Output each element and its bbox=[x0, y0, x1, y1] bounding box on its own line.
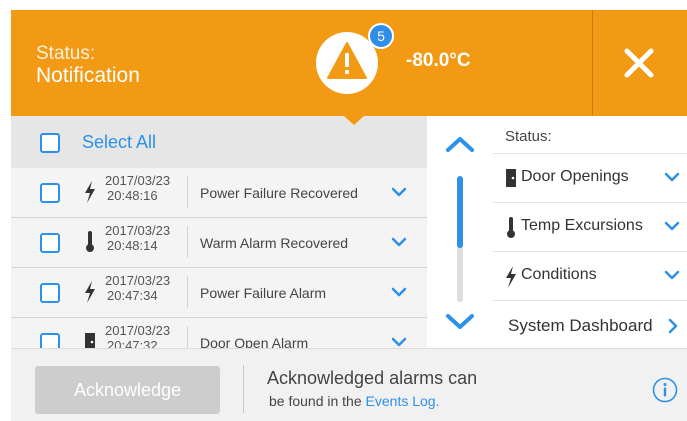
row-time: 20:47:32 bbox=[107, 338, 158, 348]
select-all-row[interactable]: Select All bbox=[11, 116, 427, 168]
info-icon[interactable] bbox=[652, 377, 678, 403]
status-item-label: Temp Excursions bbox=[521, 217, 643, 234]
close-icon bbox=[624, 48, 654, 78]
thermometer-icon bbox=[507, 217, 515, 238]
footer-message-prefix: be found in the bbox=[269, 393, 366, 409]
status-item-temp-excursions[interactable]: Temp Excursions bbox=[493, 202, 687, 251]
row-datetime: 2017/03/23 20:48:14 bbox=[105, 223, 170, 253]
chevron-down-icon[interactable] bbox=[391, 337, 407, 347]
header-bar: Status: Notification 5 -80.0°C bbox=[11, 10, 687, 116]
row-datetime: 2017/03/23 20:47:32 bbox=[105, 323, 170, 348]
row-date: 2017/03/23 bbox=[105, 273, 171, 288]
system-dashboard-link[interactable]: System Dashboard bbox=[493, 300, 687, 348]
alarm-row[interactable]: 2017/03/23 20:47:34 Power Failure Alarm bbox=[11, 268, 427, 318]
chevron-down-icon[interactable] bbox=[391, 287, 407, 297]
door-icon bbox=[506, 169, 516, 187]
status-panel: Status: Door Openings Temp Excursions Co… bbox=[493, 116, 687, 348]
row-divider bbox=[187, 326, 188, 348]
row-divider bbox=[187, 176, 188, 208]
row-date: 2017/03/23 bbox=[105, 223, 171, 238]
row-time: 20:48:14 bbox=[107, 238, 158, 253]
acknowledge-button[interactable]: Acknowledge bbox=[35, 366, 220, 414]
alarm-list: Select All 2017/03/23 20:48:16 Power Fai… bbox=[11, 116, 427, 348]
scroll-column bbox=[427, 116, 493, 348]
lightning-icon bbox=[506, 266, 516, 288]
notification-screen: Status: Notification 5 -80.0°C Select Al… bbox=[11, 10, 687, 421]
row-divider bbox=[187, 226, 188, 258]
temperature-readout: -80.0°C bbox=[406, 50, 471, 71]
chevron-down-icon[interactable] bbox=[664, 172, 680, 182]
scrollbar-track[interactable] bbox=[457, 176, 463, 302]
lightning-icon bbox=[85, 281, 95, 303]
row-alarm-text: Power Failure Recovered bbox=[200, 185, 358, 201]
header-pointer bbox=[344, 116, 364, 125]
thermometer-icon bbox=[86, 231, 94, 252]
row-time: 20:48:16 bbox=[107, 188, 158, 203]
status-block: Status: Notification bbox=[36, 44, 140, 86]
row-date: 2017/03/23 bbox=[105, 173, 171, 188]
chevron-down-icon[interactable] bbox=[391, 237, 407, 247]
scrollbar-thumb[interactable] bbox=[457, 176, 463, 248]
system-dashboard-label: System Dashboard bbox=[508, 316, 653, 335]
status-item-label: Conditions bbox=[521, 266, 597, 283]
door-icon bbox=[85, 333, 95, 348]
row-divider bbox=[187, 276, 188, 308]
alert-indicator[interactable]: 5 bbox=[316, 23, 394, 94]
chevron-right-icon bbox=[668, 318, 678, 334]
status-item-label: Door Openings bbox=[521, 168, 629, 185]
row-datetime: 2017/03/23 20:47:34 bbox=[105, 273, 170, 303]
status-item-door-openings[interactable]: Door Openings bbox=[493, 153, 687, 202]
row-checkbox[interactable] bbox=[40, 333, 60, 348]
row-datetime: 2017/03/23 20:48:16 bbox=[105, 173, 170, 203]
scroll-down-button[interactable] bbox=[445, 312, 475, 332]
alarm-row[interactable]: 2017/03/23 20:48:14 Warm Alarm Recovered bbox=[11, 218, 427, 268]
status-value: Notification bbox=[36, 64, 140, 87]
chevron-down-icon[interactable] bbox=[664, 270, 680, 280]
alarm-row[interactable]: 2017/03/23 20:48:16 Power Failure Recove… bbox=[11, 168, 427, 218]
status-panel-title: Status: bbox=[505, 128, 552, 145]
close-button[interactable] bbox=[621, 45, 657, 81]
row-date: 2017/03/23 bbox=[105, 323, 171, 338]
footer-message-line2: be found in the Events Log. bbox=[269, 393, 439, 409]
alarm-row[interactable]: 2017/03/23 20:47:32 Door Open Alarm bbox=[11, 318, 427, 348]
row-alarm-text: Power Failure Alarm bbox=[200, 285, 327, 301]
alert-count-badge: 5 bbox=[368, 23, 394, 49]
lightning-icon bbox=[85, 181, 95, 203]
footer-divider bbox=[243, 365, 244, 413]
row-alarm-text: Warm Alarm Recovered bbox=[200, 235, 349, 251]
events-log-link[interactable]: Events Log. bbox=[366, 393, 440, 409]
row-alarm-text: Door Open Alarm bbox=[200, 335, 309, 348]
header-divider bbox=[592, 10, 593, 116]
chevron-down-icon[interactable] bbox=[391, 187, 407, 197]
select-all-checkbox[interactable] bbox=[40, 133, 60, 153]
status-item-conditions[interactable]: Conditions bbox=[493, 251, 687, 300]
row-checkbox[interactable] bbox=[40, 283, 60, 303]
footer-bar: Acknowledge Acknowledged alarms can be f… bbox=[11, 348, 687, 421]
row-time: 20:47:34 bbox=[107, 288, 158, 303]
footer-message-line1: Acknowledged alarms can bbox=[267, 368, 478, 388]
status-label: Status: bbox=[36, 43, 96, 64]
select-all-label[interactable]: Select All bbox=[82, 132, 156, 153]
row-checkbox[interactable] bbox=[40, 183, 60, 203]
warning-icon bbox=[327, 42, 367, 79]
row-checkbox[interactable] bbox=[40, 233, 60, 253]
scroll-up-button[interactable] bbox=[445, 134, 475, 154]
chevron-down-icon[interactable] bbox=[664, 221, 680, 231]
